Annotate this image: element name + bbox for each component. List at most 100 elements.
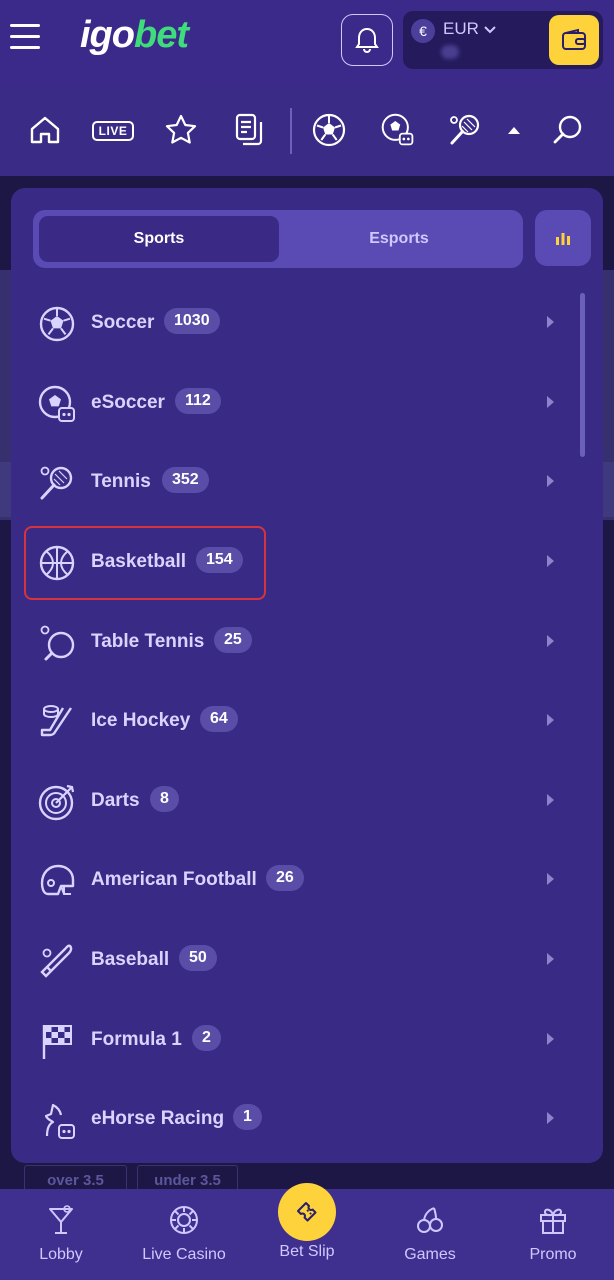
sport-item-tennis[interactable]: Tennis 352 (11, 443, 571, 523)
sport-count-badge: 1 (233, 1104, 262, 1130)
sport-count-badge: 112 (175, 388, 221, 414)
chevron-right-icon (547, 714, 554, 726)
sports-esports-toggle: Sports Esports (33, 210, 523, 268)
sport-label: eSoccer (91, 392, 165, 413)
background-card-left-footer (0, 462, 11, 517)
soccer-ball-icon (39, 306, 75, 342)
balance-value-hidden (441, 45, 459, 59)
notifications-button[interactable] (341, 14, 393, 66)
sport-count-badge: 25 (214, 627, 252, 653)
panel-scrollbar[interactable] (580, 293, 585, 457)
nav-divider (290, 108, 292, 154)
chevron-right-icon (547, 396, 554, 408)
tab-label: Games (404, 1246, 456, 1263)
sport-item-american-football[interactable]: American Football 26 (11, 841, 571, 921)
tennis-icon[interactable] (447, 112, 483, 148)
tab-esports[interactable]: Esports (279, 216, 519, 262)
stats-button[interactable] (535, 210, 591, 266)
chevron-right-icon (547, 555, 554, 567)
chevron-right-icon (547, 1033, 554, 1045)
sport-label: Darts (91, 790, 140, 811)
euro-icon: € (411, 19, 435, 43)
cocktail-icon (49, 1205, 73, 1234)
betslip-button[interactable] (278, 1183, 336, 1241)
sport-label: Formula 1 (91, 1029, 182, 1050)
casino-chip-icon (170, 1206, 198, 1234)
sport-count-badge: 64 (200, 706, 238, 732)
chevron-right-icon (547, 873, 554, 885)
sport-count-badge: 26 (266, 865, 304, 891)
sports-dropdown-panel: Sports Esports Soccer 1030 eSoccer 112 T… (11, 188, 603, 1163)
chevron-right-icon (547, 1112, 554, 1124)
bar-chart-icon (556, 233, 570, 245)
tab-label: Lobby (39, 1246, 83, 1263)
football-helmet-icon (40, 864, 75, 896)
bell-icon (355, 27, 379, 54)
cherries-icon (417, 1207, 443, 1233)
star-icon[interactable] (163, 112, 199, 148)
sport-item-baseball[interactable]: Baseball 50 (11, 921, 571, 1001)
sport-count-badge: 352 (162, 467, 209, 493)
sport-count-badge: 50 (179, 945, 217, 971)
sport-item-soccer[interactable]: Soccer 1030 (11, 284, 571, 364)
chevron-right-icon (547, 635, 554, 647)
sport-item-formula-1[interactable]: Formula 1 2 (11, 1001, 571, 1081)
sport-item-esoccer[interactable]: eSoccer 112 (11, 364, 571, 444)
tab-sports[interactable]: Sports (39, 216, 279, 262)
ticket-icon (297, 1202, 317, 1222)
tab-label: Promo (529, 1246, 577, 1263)
sport-item-ehorse-racing[interactable]: eHorse Racing 1 (11, 1080, 571, 1160)
ehorse-icon (44, 1103, 75, 1139)
ice-hockey-icon (40, 705, 72, 737)
sport-label: eHorse Racing (91, 1108, 225, 1129)
chevron-right-icon (547, 953, 554, 965)
dartboard-icon (38, 784, 75, 821)
sport-count-badge: 8 (150, 786, 179, 812)
sport-item-darts[interactable]: Darts 8 (11, 762, 571, 842)
chevron-down-icon (483, 26, 496, 34)
wallet-button[interactable] (549, 15, 599, 65)
tab-live-casino[interactable]: Live Casino (129, 1205, 239, 1264)
search-icon[interactable] (550, 112, 586, 148)
betslip-history-icon[interactable] (231, 112, 267, 148)
tab-label: Live Casino (142, 1246, 226, 1263)
sport-label: Tennis (91, 471, 151, 492)
tab-promo[interactable]: Promo (498, 1205, 608, 1264)
soccer-ball-icon[interactable] (311, 112, 347, 148)
menu-icon[interactable] (10, 24, 40, 54)
currency-code: EUR (443, 19, 479, 38)
home-icon[interactable] (27, 112, 63, 148)
wallet-icon (562, 28, 586, 50)
live-button[interactable]: LIVE (92, 121, 134, 141)
tab-lobby[interactable]: Lobby (6, 1205, 116, 1264)
chevron-right-icon (547, 794, 554, 806)
top-header: igobet € EUR (0, 0, 614, 86)
background-card-right-footer (603, 462, 614, 517)
esoccer-icon[interactable] (380, 112, 416, 148)
logo-text-accent: bet (133, 14, 189, 56)
sport-item-ice-hockey[interactable]: Ice Hockey 64 (11, 682, 571, 762)
sport-label: Baseball (91, 949, 170, 970)
sport-count-badge: 1030 (164, 308, 220, 334)
sport-label: Table Tennis (91, 631, 205, 652)
logo-text: igo (80, 14, 135, 56)
collapse-arrow-icon[interactable] (496, 112, 532, 148)
chevron-right-icon (547, 475, 554, 487)
gift-icon (540, 1208, 566, 1234)
chevron-right-icon (547, 316, 554, 328)
balance-widget[interactable]: € EUR (403, 11, 603, 69)
selection-highlight (24, 526, 266, 600)
sport-label: American Football (91, 869, 257, 890)
baseball-bat-icon (40, 944, 73, 978)
table-tennis-icon (40, 625, 75, 661)
checkered-flag-icon (42, 1025, 72, 1059)
igobet-logo[interactable]: igobet (80, 14, 189, 57)
currency-label[interactable]: EUR (443, 19, 496, 39)
esoccer-icon (38, 385, 75, 422)
tennis-racket-icon (40, 466, 73, 500)
tab-label-bet-slip[interactable]: Bet Slip (262, 1243, 352, 1261)
sport-label: Soccer (91, 312, 155, 333)
sport-count-badge: 2 (192, 1025, 221, 1051)
sport-item-table-tennis[interactable]: Table Tennis 25 (11, 603, 571, 683)
tab-games[interactable]: Games (375, 1205, 485, 1264)
